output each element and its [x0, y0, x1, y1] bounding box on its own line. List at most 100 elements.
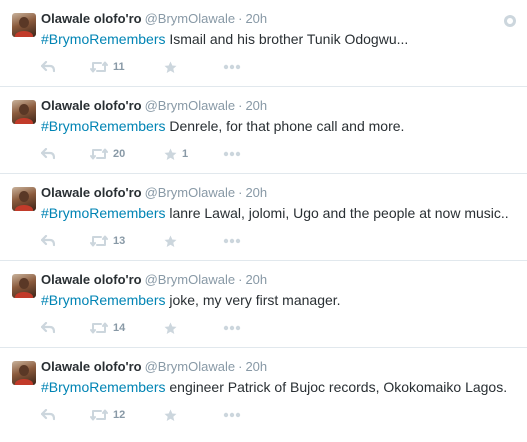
favorite-icon: [164, 61, 177, 73]
favorite-button[interactable]: [164, 321, 182, 335]
reply-button[interactable]: [41, 147, 55, 161]
hashtag-link[interactable]: #BrymoRemembers: [41, 292, 165, 308]
hashtag-link[interactable]: #BrymoRemembers: [41, 205, 165, 221]
tweet-body: joke, my very first manager.: [165, 292, 341, 308]
timestamp[interactable]: 20h: [245, 11, 267, 26]
favorite-icon: [164, 148, 177, 160]
tweet-text: #BrymoRemembers Ismail and his brother T…: [41, 30, 408, 48]
more-icon: [223, 238, 241, 244]
tweet-actions: 14: [41, 321, 281, 335]
tweet-body: engineer Patrick of Bujoc records, Okoko…: [165, 379, 508, 395]
favorite-button[interactable]: [164, 408, 182, 422]
timestamp[interactable]: 20h: [245, 98, 267, 113]
reply-button[interactable]: [41, 60, 55, 74]
tweet[interactable]: Olawale olofo'ro @BrymOlawale · 20h #BrymoR…: [0, 87, 527, 174]
reply-button[interactable]: [41, 321, 55, 335]
tweet-header: Olawale olofo'ro @BrymOlawale · 20h: [41, 359, 267, 375]
reply-icon: [41, 61, 55, 73]
reply-icon: [41, 235, 55, 247]
tweet-text: #BrymoRemembers engineer Patrick of Bujo…: [41, 378, 507, 396]
fullname[interactable]: Olawale olofo'ro: [41, 185, 142, 200]
retweet-count: 14: [113, 322, 126, 334]
favorite-button[interactable]: 1: [164, 147, 188, 161]
pin-icon: [504, 15, 516, 27]
favorite-button[interactable]: [164, 234, 182, 248]
more-icon: [223, 64, 241, 70]
tweet[interactable]: Olawale olofo'ro @BrymOlawale · 20h #BrymoR…: [0, 0, 527, 87]
avatar[interactable]: [12, 187, 36, 211]
separator: ·: [238, 185, 243, 200]
retweet-icon: [90, 322, 108, 334]
retweet-count: 20: [113, 148, 126, 160]
tweet-body: Denrele, for that phone call and more.: [165, 118, 405, 134]
retweet-count: 13: [113, 235, 126, 247]
retweet-icon: [90, 409, 108, 421]
reply-icon: [41, 322, 55, 334]
hashtag-link[interactable]: #BrymoRemembers: [41, 31, 165, 47]
more-icon: [223, 412, 241, 418]
timeline: Olawale olofo'ro @BrymOlawale · 20h #BrymoR…: [0, 0, 527, 442]
more-icon: [223, 151, 241, 157]
username[interactable]: @BrymOlawale: [145, 272, 236, 287]
reply-button[interactable]: [41, 408, 55, 422]
username[interactable]: @BrymOlawale: [145, 11, 236, 26]
avatar[interactable]: [12, 361, 36, 385]
timestamp[interactable]: 20h: [245, 185, 267, 200]
avatar[interactable]: [12, 274, 36, 298]
tweet-text: #BrymoRemembers Denrele, for that phone …: [41, 117, 404, 135]
tweet-text: #BrymoRemembers lanre Lawal, jolomi, Ugo…: [41, 204, 509, 222]
fullname[interactable]: Olawale olofo'ro: [41, 272, 142, 287]
retweet-count: 12: [113, 409, 126, 421]
fullname[interactable]: Olawale olofo'ro: [41, 11, 142, 26]
tweet-actions: 12: [41, 408, 281, 422]
tweet-text: #BrymoRemembers joke, my very first mana…: [41, 291, 341, 309]
hashtag-link[interactable]: #BrymoRemembers: [41, 379, 165, 395]
favorite-button[interactable]: [164, 60, 182, 74]
avatar[interactable]: [12, 100, 36, 124]
tweet-header: Olawale olofo'ro @BrymOlawale · 20h: [41, 98, 267, 114]
tweet-header: Olawale olofo'ro @BrymOlawale · 20h: [41, 185, 267, 201]
tweet-body: lanre Lawal, jolomi, Ugo and the people …: [165, 205, 509, 221]
hashtag-link[interactable]: #BrymoRemembers: [41, 118, 165, 134]
tweet-body: Ismail and his brother Tunik Odogwu...: [165, 31, 409, 47]
reply-button[interactable]: [41, 234, 55, 248]
retweet-button[interactable]: 14: [90, 321, 125, 335]
separator: ·: [238, 11, 243, 26]
retweet-button[interactable]: 11: [90, 60, 125, 74]
favorite-count: 1: [182, 148, 189, 160]
username[interactable]: @BrymOlawale: [145, 98, 236, 113]
separator: ·: [238, 98, 243, 113]
more-icon: [223, 325, 241, 331]
username[interactable]: @BrymOlawale: [145, 185, 236, 200]
tweet-actions: 20 1: [41, 147, 281, 161]
more-button[interactable]: [223, 408, 241, 422]
tweet-actions: 13: [41, 234, 281, 248]
favorite-icon: [164, 235, 177, 247]
tweet[interactable]: Olawale olofo'ro @BrymOlawale · 20h #BrymoR…: [0, 348, 527, 435]
retweet-button[interactable]: 13: [90, 234, 125, 248]
separator: ·: [238, 272, 243, 287]
timestamp[interactable]: 20h: [245, 272, 267, 287]
more-button[interactable]: [223, 321, 241, 335]
retweet-button[interactable]: 12: [90, 408, 125, 422]
username[interactable]: @BrymOlawale: [145, 359, 236, 374]
reply-icon: [41, 409, 55, 421]
favorite-icon: [164, 322, 177, 334]
retweet-button[interactable]: 20: [90, 147, 125, 161]
tweet[interactable]: Olawale olofo'ro @BrymOlawale · 20h #BrymoR…: [0, 174, 527, 261]
retweet-icon: [90, 148, 108, 160]
retweet-count: 11: [113, 61, 125, 73]
timestamp[interactable]: 20h: [245, 359, 267, 374]
avatar[interactable]: [12, 13, 36, 37]
separator: ·: [238, 359, 243, 374]
tweet-header: Olawale olofo'ro @BrymOlawale · 20h: [41, 11, 267, 27]
tweet-actions: 11: [41, 60, 281, 74]
fullname[interactable]: Olawale olofo'ro: [41, 98, 142, 113]
more-button[interactable]: [223, 234, 241, 248]
tweet[interactable]: Olawale olofo'ro @BrymOlawale · 20h #BrymoR…: [0, 261, 527, 348]
retweet-icon: [90, 235, 108, 247]
reply-icon: [41, 148, 55, 160]
more-button[interactable]: [223, 60, 241, 74]
more-button[interactable]: [223, 147, 241, 161]
fullname[interactable]: Olawale olofo'ro: [41, 359, 142, 374]
